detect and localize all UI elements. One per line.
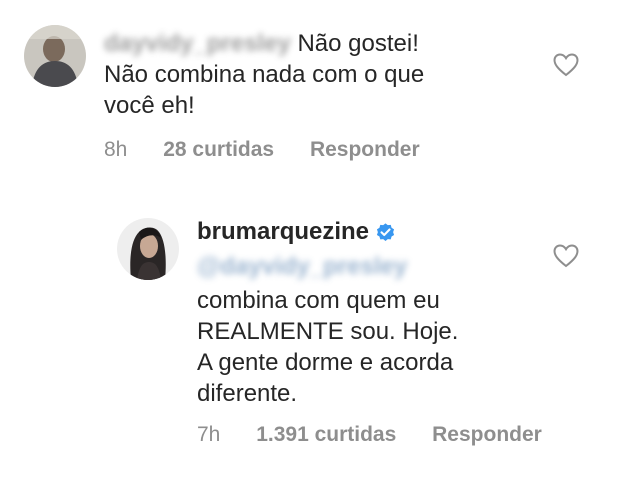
comment-text: dayvidy_presley Não gostei! Não combina …: [104, 28, 424, 121]
reply-line-2: REALMENTE sou. Hoje.: [197, 318, 459, 345]
user-avatar-icon: [117, 218, 179, 280]
reply-mention[interactable]: @dayvidy_presley: [197, 253, 407, 280]
reply-meta: 7h 1.391 curtidas Responder: [197, 423, 572, 447]
comment-line-1: Não gostei!: [297, 30, 419, 57]
comment-likes[interactable]: 28 curtidas: [163, 138, 274, 161]
comment-line-3: você eh!: [104, 92, 195, 119]
comment-line-2: Não combina nada com o que: [104, 61, 425, 88]
replier-avatar[interactable]: [117, 218, 179, 280]
reply-line-4: diferente.: [197, 380, 298, 407]
reply-text: @dayvidy_presley combina com quem eu REA…: [197, 251, 458, 409]
commenter-avatar[interactable]: [24, 25, 86, 87]
verified-badge-icon: [376, 222, 395, 241]
comment-meta: 8h 28 curtidas Responder: [104, 138, 450, 162]
reply-likes[interactable]: 1.391 curtidas: [256, 423, 396, 446]
heart-outline-icon[interactable]: [553, 53, 579, 77]
comment-reply-button[interactable]: Responder: [310, 138, 420, 161]
user-avatar-icon: [24, 25, 86, 87]
replier-username[interactable]: brumarquezine: [197, 218, 396, 246]
reply-line-1: combina com quem eu: [197, 287, 440, 314]
reply-time: 7h: [197, 423, 221, 446]
heart-outline-icon[interactable]: [553, 244, 579, 268]
comment-time: 8h: [104, 138, 128, 161]
replier-username-text[interactable]: brumarquezine: [197, 218, 369, 246]
reply-line-3: A gente dorme e acorda: [197, 349, 454, 376]
commenter-username[interactable]: dayvidy_presley: [104, 30, 291, 57]
reply-reply-button[interactable]: Responder: [432, 423, 542, 446]
